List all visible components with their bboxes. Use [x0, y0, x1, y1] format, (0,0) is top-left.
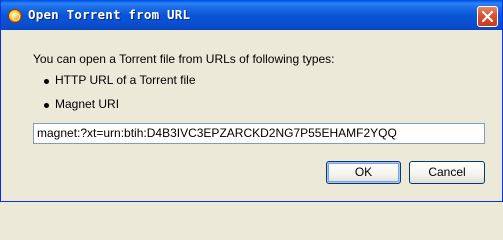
app-logo-icon — [8, 9, 22, 23]
window-title: Open Torrent from URL — [28, 7, 191, 22]
bullet-icon — [44, 79, 49, 84]
ok-button[interactable]: OK — [326, 161, 401, 184]
intro-text: You can open a Torrent file from URLs of… — [33, 52, 335, 66]
cancel-button[interactable]: Cancel — [409, 161, 485, 184]
dialog-body: You can open a Torrent file from URLs of… — [1, 30, 502, 201]
url-input[interactable]: magnet:?xt=urn:btih:D4B3IVC3EPZARCKD2NG7… — [33, 123, 485, 144]
type-item-http: HTTP URL of a Torrent file — [55, 73, 196, 87]
open-torrent-dialog: Open Torrent from URL You can open a Tor… — [0, 0, 503, 202]
close-button[interactable] — [477, 6, 498, 27]
title-bar[interactable]: Open Torrent from URL — [1, 1, 502, 30]
close-icon — [482, 11, 493, 22]
bullet-icon — [44, 103, 49, 108]
type-item-magnet: Magnet URI — [55, 97, 120, 111]
